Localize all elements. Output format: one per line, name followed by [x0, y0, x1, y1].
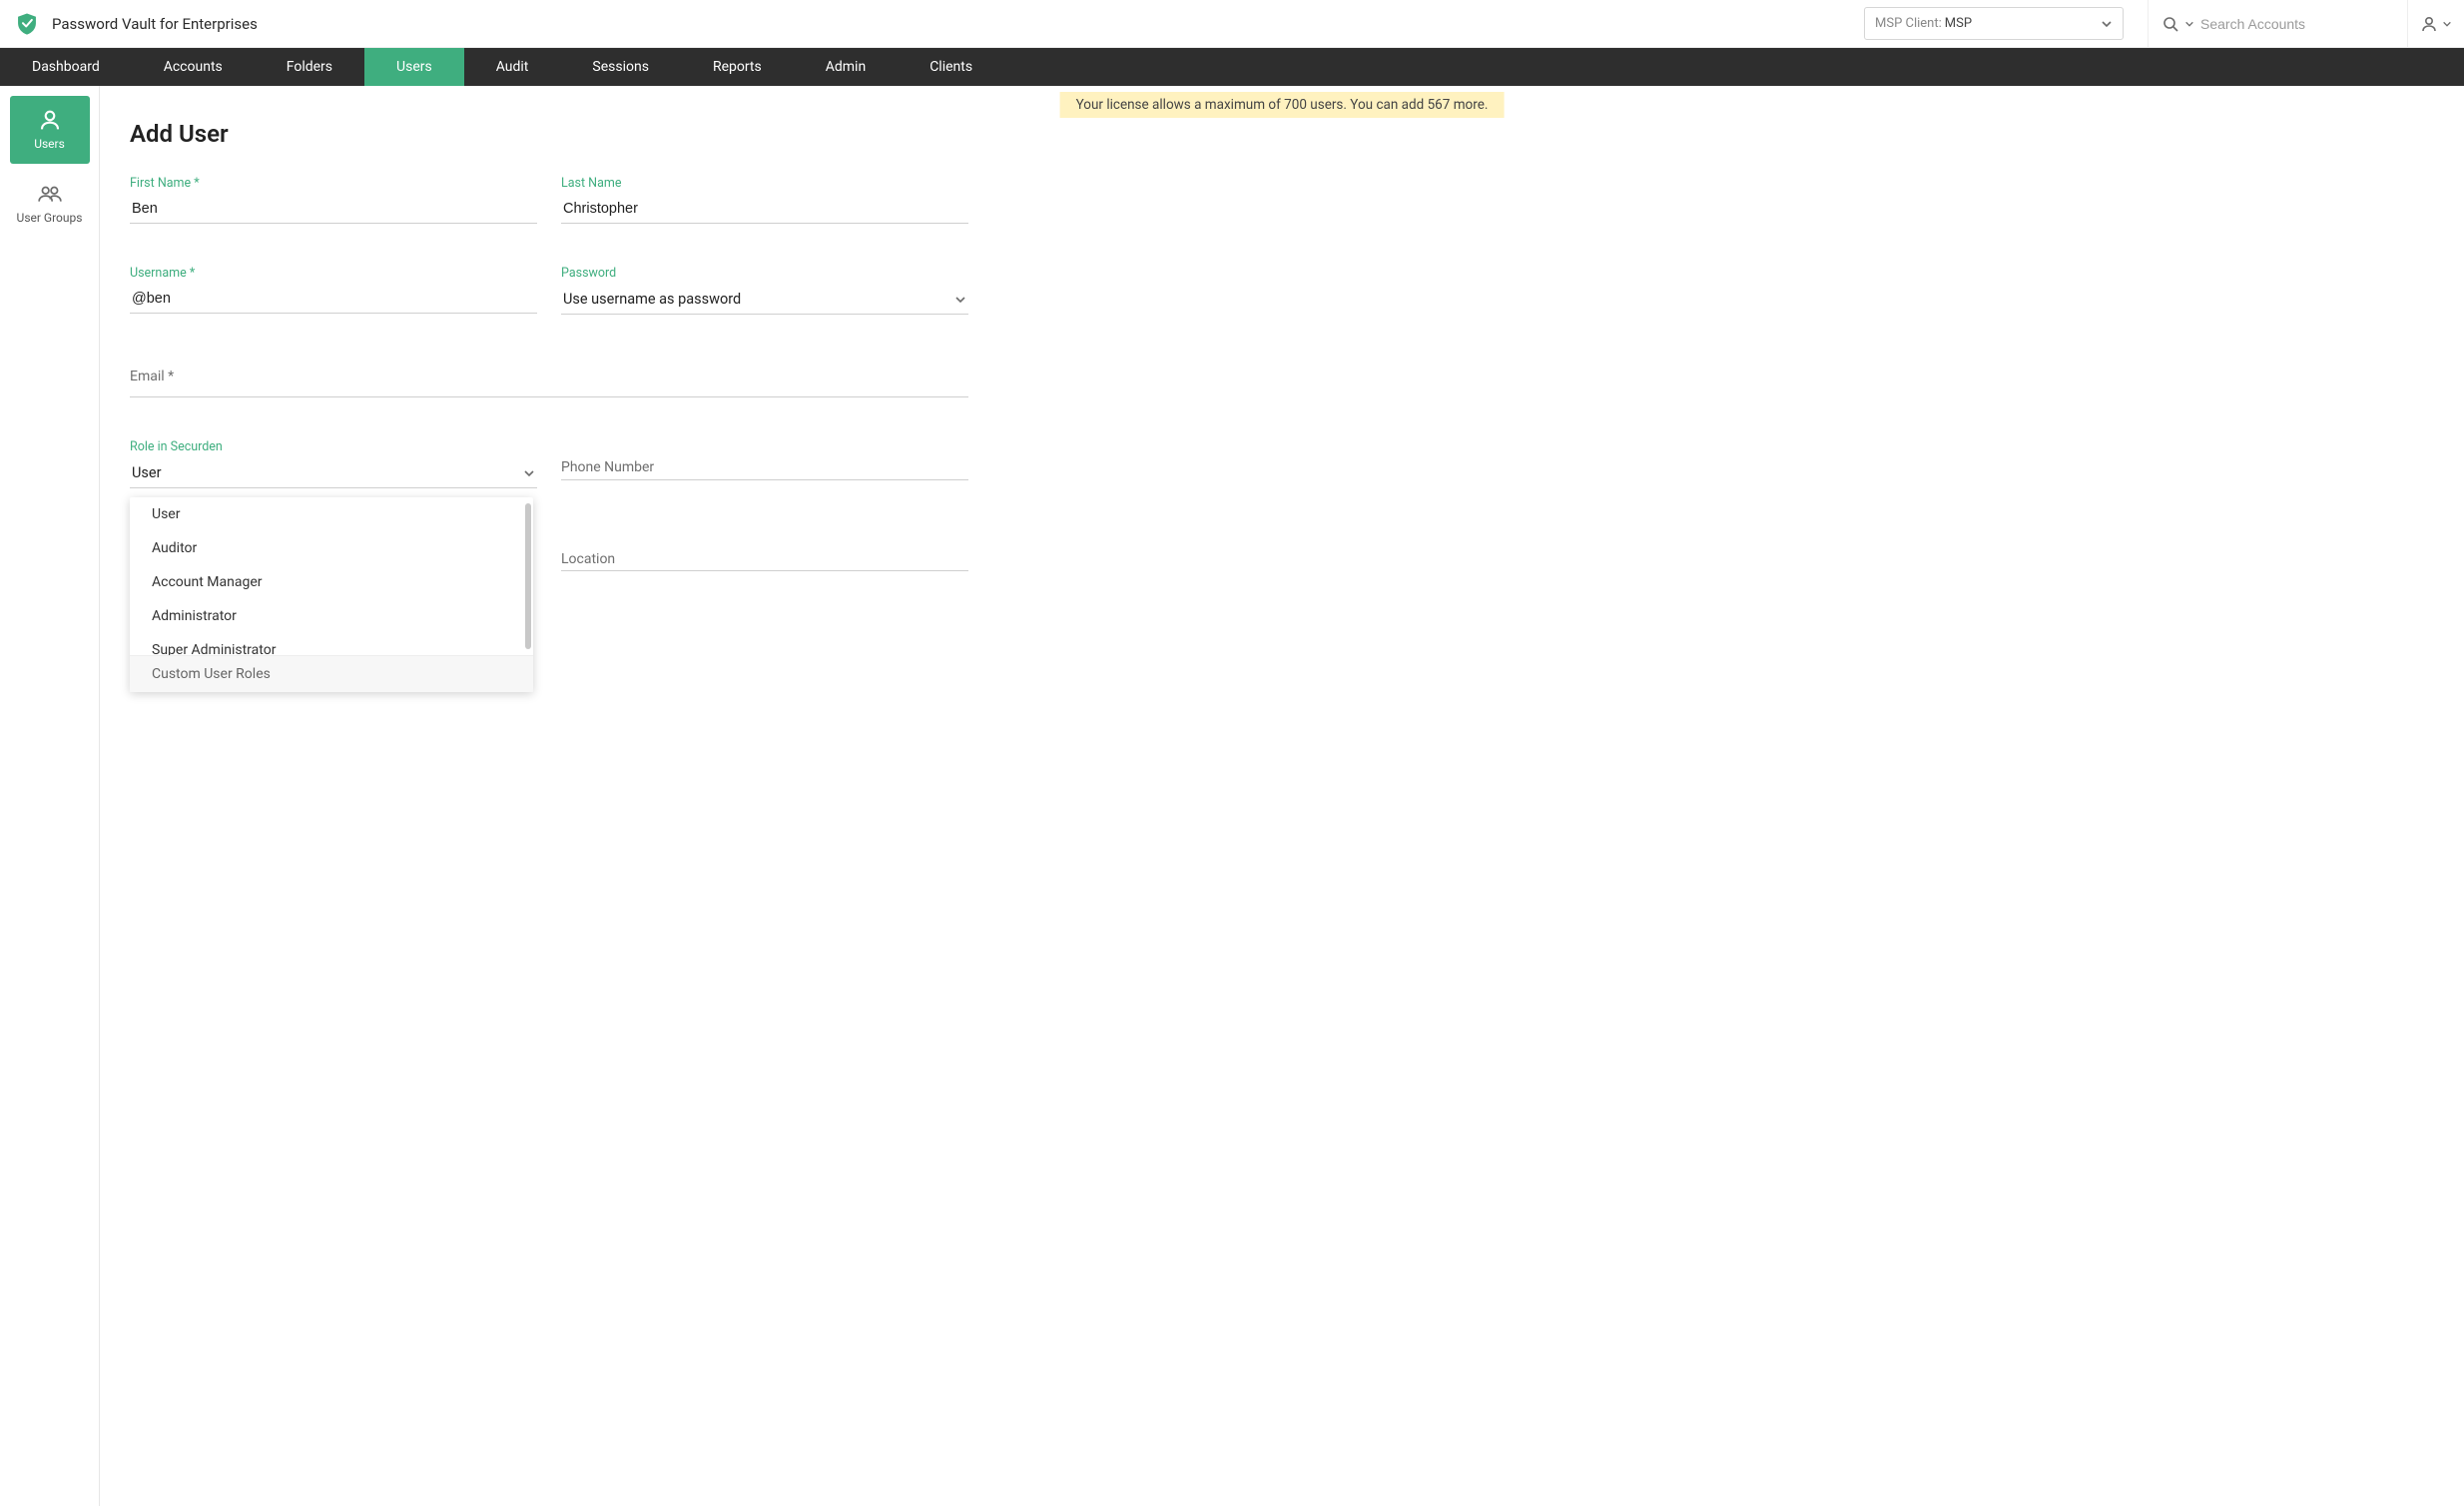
- field-role: Role in Securden User User Auditor Accou…: [130, 439, 537, 488]
- nav-tab-users[interactable]: Users: [364, 48, 464, 86]
- role-value: User: [132, 464, 162, 481]
- msp-client-selector[interactable]: MSP Client: MSP: [1864, 7, 2124, 40]
- nav-tab-sessions[interactable]: Sessions: [560, 48, 681, 86]
- role-select[interactable]: User: [130, 458, 537, 488]
- password-mode-select[interactable]: Use username as password: [561, 285, 968, 315]
- chevron-down-icon: [2101, 18, 2113, 30]
- role-dropdown: User Auditor Account Manager Administrat…: [130, 497, 533, 692]
- field-first-name: First Name *: [130, 176, 537, 224]
- nav-tab-admin[interactable]: Admin: [794, 48, 898, 86]
- role-option-administrator[interactable]: Administrator: [130, 599, 533, 633]
- nav-tab-clients[interactable]: Clients: [898, 48, 1004, 86]
- add-user-form: First Name * Last Name Username * Passwo…: [130, 176, 968, 622]
- chevron-down-icon: [954, 294, 966, 306]
- role-label: Role in Securden: [130, 439, 537, 454]
- field-email: Email *: [130, 357, 968, 397]
- last-name-input[interactable]: [561, 195, 968, 224]
- email-label: Email *: [130, 369, 174, 384]
- chevron-down-icon: [523, 467, 535, 479]
- sidebar-item-label: User Groups: [17, 212, 83, 226]
- page-title: Add User: [130, 120, 2434, 148]
- top-bar: Password Vault for Enterprises MSP Clien…: [0, 0, 2464, 48]
- field-phone: Phone Number: [561, 439, 968, 488]
- sidebar: Users User Groups: [0, 86, 100, 1506]
- user-icon: [2420, 15, 2438, 33]
- chevron-down-icon: [2442, 19, 2452, 29]
- role-option-auditor[interactable]: Auditor: [130, 531, 533, 565]
- search-icon[interactable]: [2162, 16, 2178, 32]
- nav-tab-accounts[interactable]: Accounts: [132, 48, 255, 86]
- main-nav: Dashboard Accounts Folders Users Audit S…: [0, 48, 2464, 86]
- role-option-super-administrator[interactable]: Super Administrator: [130, 633, 533, 655]
- app-title: Password Vault for Enterprises: [52, 15, 258, 33]
- field-password: Password Use username as password: [561, 266, 968, 315]
- search-group: [2148, 0, 2407, 47]
- nav-tab-folders[interactable]: Folders: [255, 48, 364, 86]
- username-label: Username *: [130, 266, 537, 281]
- last-name-label: Last Name: [561, 176, 968, 191]
- chevron-down-icon[interactable]: [2184, 19, 2194, 29]
- users-group-icon: [37, 182, 63, 206]
- user-icon: [38, 108, 62, 132]
- nav-tab-reports[interactable]: Reports: [681, 48, 794, 86]
- email-input[interactable]: [130, 357, 968, 397]
- shield-icon: [14, 11, 40, 37]
- role-option-user[interactable]: User: [130, 497, 533, 531]
- nav-tab-dashboard[interactable]: Dashboard: [0, 48, 132, 86]
- role-custom-header[interactable]: Custom User Roles: [130, 655, 533, 692]
- license-banner: Your license allows a maximum of 700 use…: [1060, 92, 1505, 118]
- sidebar-item-user-groups[interactable]: User Groups: [10, 170, 90, 238]
- location-label: Location: [561, 551, 615, 567]
- password-label: Password: [561, 266, 968, 281]
- msp-client-label: MSP Client:: [1875, 16, 1942, 31]
- msp-client-value: MSP: [1945, 16, 1972, 31]
- role-option-account-manager[interactable]: Account Manager: [130, 565, 533, 599]
- phone-label: Phone Number: [561, 459, 654, 475]
- field-username: Username *: [130, 266, 537, 315]
- nav-tab-audit[interactable]: Audit: [464, 48, 561, 86]
- user-menu[interactable]: [2407, 0, 2464, 47]
- username-input[interactable]: [130, 285, 537, 314]
- sidebar-item-label: Users: [34, 138, 65, 152]
- sidebar-item-users[interactable]: Users: [10, 96, 90, 164]
- content-area: Your license allows a maximum of 700 use…: [100, 86, 2464, 1506]
- field-last-name: Last Name: [561, 176, 968, 224]
- first-name-input[interactable]: [130, 195, 537, 224]
- brand: Password Vault for Enterprises: [0, 11, 258, 37]
- search-input[interactable]: [2200, 16, 2370, 32]
- password-mode-value: Use username as password: [563, 291, 741, 308]
- field-location: Location: [561, 530, 968, 580]
- first-name-label: First Name *: [130, 176, 537, 191]
- location-input[interactable]: [561, 530, 968, 571]
